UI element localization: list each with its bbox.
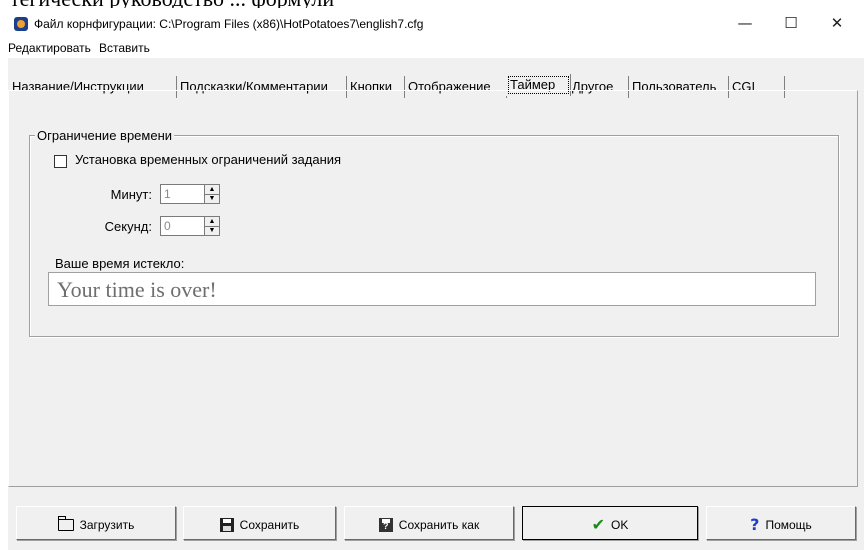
- floppy-disk-icon: [219, 517, 234, 532]
- title-bar[interactable]: Файл корнфигурации: C:\Program Files (x8…: [8, 8, 864, 38]
- save-button[interactable]: Сохранить: [183, 506, 336, 540]
- ok-button[interactable]: ✔ OK: [522, 506, 698, 540]
- help-icon: ?: [750, 514, 760, 534]
- menu-bar: Редактировать Вставить: [8, 38, 864, 58]
- maximize-button[interactable]: ☐: [768, 8, 814, 38]
- folder-open-icon: [57, 515, 74, 531]
- save-as-icon: [378, 517, 393, 532]
- minutes-input[interactable]: 1: [160, 184, 205, 204]
- time-limit-group-title: Ограничение времени: [35, 128, 175, 143]
- time-limit-checkbox-label: Установка временных ограничений задания: [75, 152, 342, 167]
- window-title: Файл корнфигурации: C:\Program Files (x8…: [34, 17, 424, 31]
- seconds-input[interactable]: 0: [160, 216, 205, 236]
- help-button[interactable]: ? Помощь: [706, 506, 856, 540]
- minimize-button[interactable]: —: [722, 8, 768, 38]
- time-over-message-input[interactable]: Your time is over!: [48, 272, 816, 306]
- document-text-fragment: тегически руководство ... формули: [0, 0, 864, 8]
- minutes-label: Минут:: [110, 187, 152, 202]
- minutes-spin-buttons[interactable]: ▲ ▼: [204, 184, 220, 204]
- checkmark-icon: ✔: [591, 514, 606, 534]
- menu-edit[interactable]: Редактировать: [8, 41, 91, 55]
- minutes-spinner[interactable]: 1 ▲ ▼: [160, 184, 224, 204]
- menu-insert[interactable]: Вставить: [99, 41, 150, 55]
- spin-down-icon[interactable]: ▼: [205, 194, 219, 203]
- spin-down-icon[interactable]: ▼: [205, 226, 219, 235]
- time-over-message-label: Ваше время истекло:: [55, 256, 185, 271]
- seconds-spin-buttons[interactable]: ▲ ▼: [204, 216, 220, 236]
- hot-potatoes-app-icon: [14, 17, 28, 31]
- seconds-label: Секунд:: [104, 219, 152, 234]
- seconds-spinner[interactable]: 0 ▲ ▼: [160, 216, 224, 236]
- save-as-button[interactable]: Сохранить как: [344, 506, 514, 540]
- close-button[interactable]: ✕: [814, 8, 860, 38]
- load-button[interactable]: Загрузить: [16, 506, 176, 540]
- time-limit-checkbox[interactable]: [54, 155, 67, 168]
